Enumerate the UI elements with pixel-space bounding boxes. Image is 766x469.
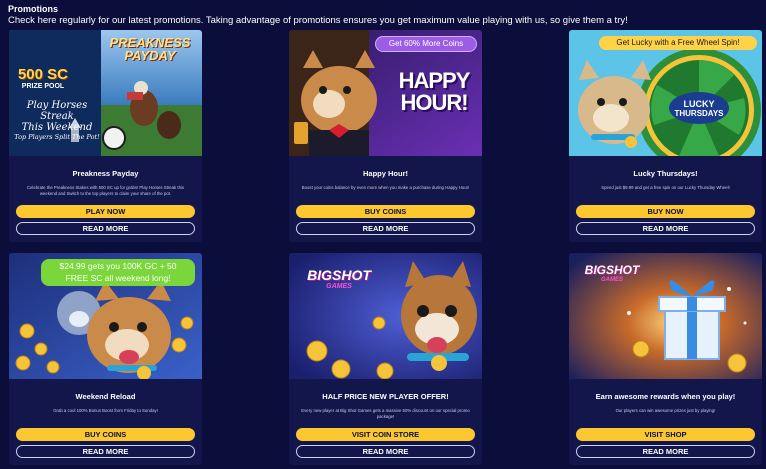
offer-badge: Get 60% More Coins (375, 36, 477, 52)
buy-coins-button[interactable]: BUY COINS (16, 428, 195, 441)
page-title: Promotions (8, 4, 59, 14)
promo-image-happy-hour[interactable]: Get 60% More Coins HAPPY HOUR! (289, 30, 482, 156)
read-more-button[interactable]: READ MORE (576, 222, 755, 235)
offer-badge: $24.99 gets you 100K GC + 50 FREE SC all… (41, 259, 195, 286)
promo-description: Grab a cool 100% Bonus Boost from Friday… (53, 408, 158, 413)
lucky-thursdays-wheel-text: LUCKY THURSDAYS (674, 99, 724, 118)
buy-now-button[interactable]: BUY NOW (576, 205, 755, 218)
read-more-button[interactable]: READ MORE (296, 222, 475, 235)
promo-card-preakness: PREAKNESS PAYDAY 500 SC PRIZE POOL Play … (9, 30, 202, 242)
promo-image-lucky-thursdays[interactable]: Get Lucky with a Free Wheel Spin! LUCKY … (569, 30, 762, 156)
promo-title: Earn awesome rewards when you play! (595, 392, 736, 401)
buy-coins-button[interactable]: BUY COINS (296, 205, 475, 218)
prize-pool-badge: 500 SC PRIZE POOL (17, 66, 69, 90)
promo-title: Preakness Payday (72, 169, 139, 178)
promo-title: Lucky Thursdays! (633, 169, 698, 178)
happy-hour-text: HAPPY HOUR! (398, 68, 471, 115)
promo-card-lucky-thursdays: Get Lucky with a Free Wheel Spin! LUCKY … (569, 30, 762, 242)
promo-card-weekend-reload: $24.99 gets you 100K GC + 50 FREE SC all… (9, 253, 202, 465)
promo-title: Happy Hour! (363, 169, 408, 178)
promo-image-weekend-reload[interactable]: $24.99 gets you 100K GC + 50 FREE SC all… (9, 253, 202, 379)
read-more-button[interactable]: READ MORE (16, 222, 195, 235)
preakness-logo: PREAKNESS PAYDAY (109, 35, 191, 63)
read-more-button[interactable]: READ MORE (296, 445, 475, 458)
promo-description: Every new player at Big Shot Games gets … (301, 408, 470, 419)
preakness-tagline: Play Horses Streak This Weekend Top Play… (14, 100, 100, 141)
promo-description: Spend just $9.99 and get a free spin on … (601, 185, 730, 190)
read-more-button[interactable]: READ MORE (576, 445, 755, 458)
visit-coin-store-button[interactable]: VISIT COIN STORE (296, 428, 475, 441)
bigshot-games-logo: BIGSHOT GAMES (307, 267, 371, 290)
promo-card-new-player: BIGSHOT GAMES HALF PRICE NEW PLAYER OFFE… (289, 253, 482, 465)
read-more-button[interactable]: READ MORE (16, 445, 195, 458)
promo-title: HALF PRICE NEW PLAYER OFFER! (322, 392, 449, 401)
promo-image-rewards[interactable]: BIGSHOT GAMES (569, 253, 762, 379)
promo-description: Celebrate the Preakness Stakes with 500 … (26, 185, 185, 196)
promo-description: Boost your coins balance by even more wh… (301, 185, 470, 190)
promo-image-new-player[interactable]: BIGSHOT GAMES (289, 253, 482, 379)
bigshot-games-logo: BIGSHOT GAMES (584, 263, 640, 283)
promo-card-rewards: BIGSHOT GAMES Earn awesome rewards when … (569, 253, 762, 465)
promo-image-preakness[interactable]: PREAKNESS PAYDAY 500 SC PRIZE POOL Play … (9, 30, 202, 156)
offer-badge: Get Lucky with a Free Wheel Spin! (599, 36, 757, 50)
visit-shop-button[interactable]: VISIT SHOP (576, 428, 755, 441)
page-intro: Check here regularly for our latest prom… (8, 15, 628, 26)
promo-card-happy-hour: Get 60% More Coins HAPPY HOUR! Happy Hou… (289, 30, 482, 242)
play-now-button[interactable]: PLAY NOW (16, 205, 195, 218)
promo-description: Our players can win awesome prizes just … (615, 408, 716, 413)
promo-title: Weekend Reload (75, 392, 136, 401)
